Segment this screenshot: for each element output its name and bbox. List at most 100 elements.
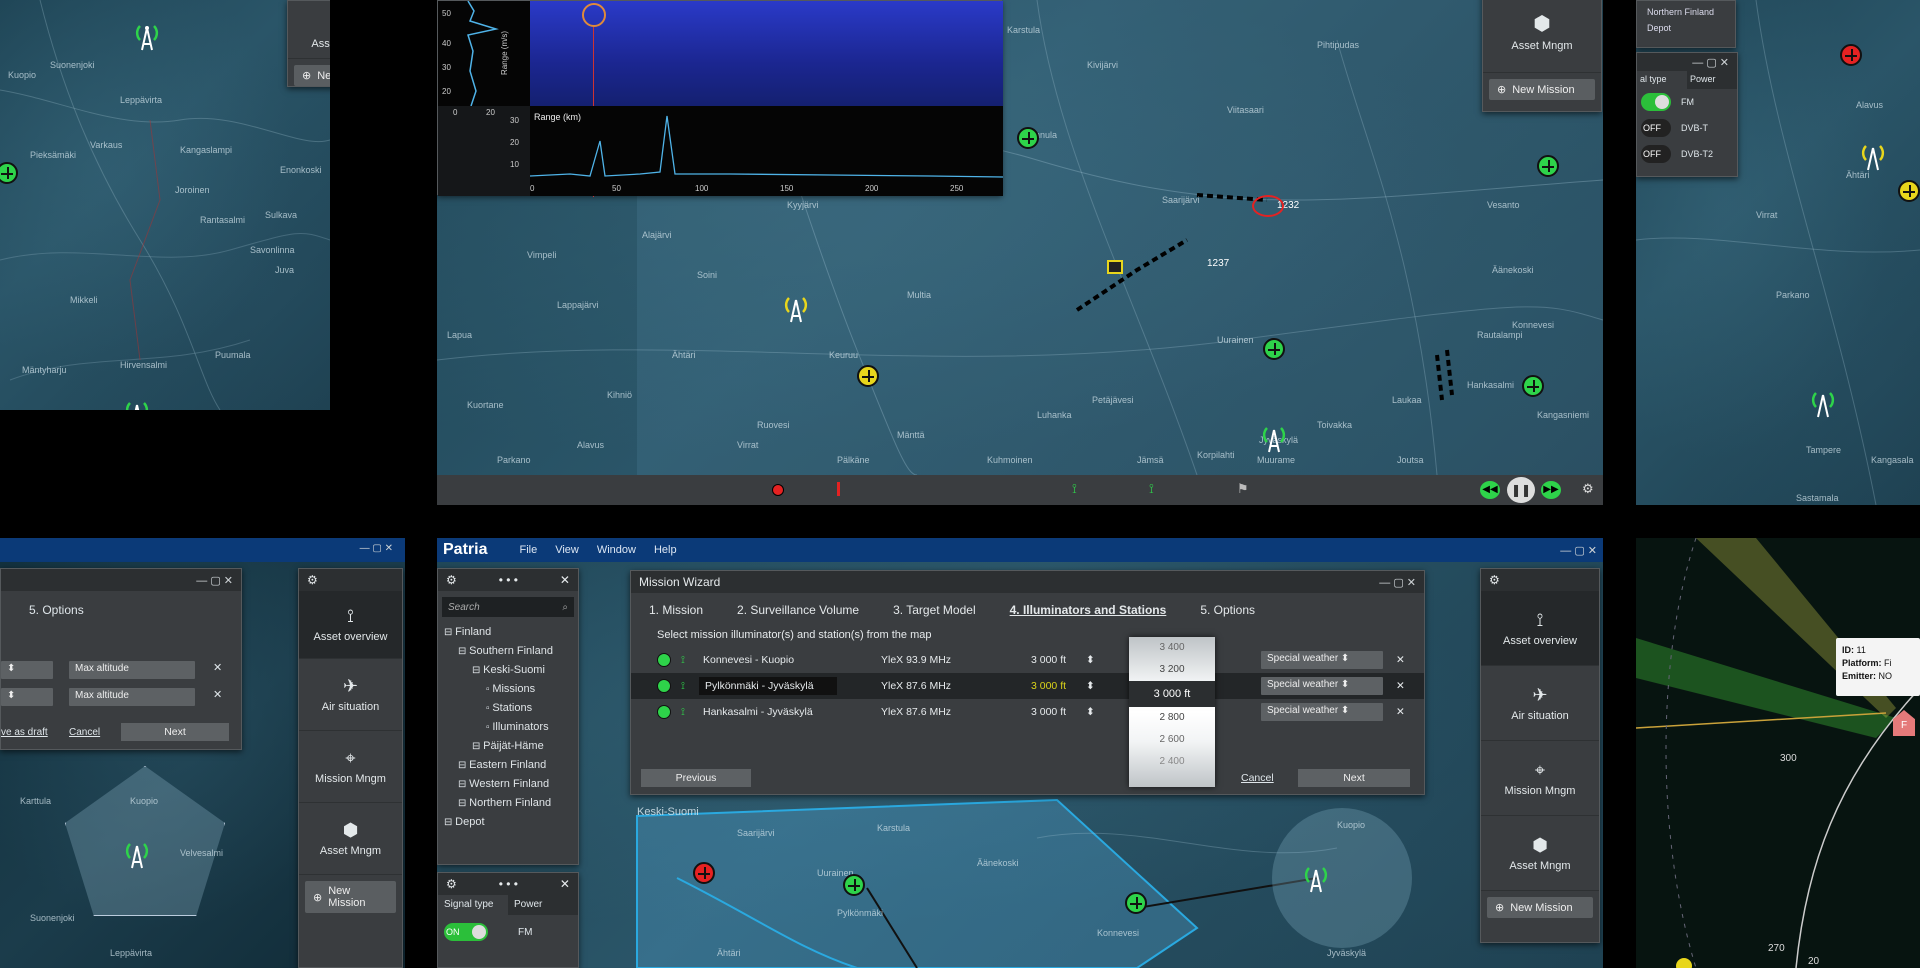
yellow-marker-icon[interactable] <box>1676 958 1692 968</box>
expand-toggle-icon[interactable]: ⊟ <box>458 779 469 790</box>
illuminator-name-input[interactable]: Pylkönmäki - Jyväskylä <box>699 677 837 695</box>
air-situation-button[interactable]: ✈ Air situation <box>1481 666 1599 741</box>
radio-tower-icon[interactable] <box>120 836 154 870</box>
dvbt2-toggle[interactable]: OFF <box>1641 145 1671 163</box>
remove-row-icon[interactable]: ✕ <box>1396 654 1405 666</box>
station-marker-green[interactable] <box>1537 155 1559 177</box>
altitude-select-left[interactable]: ⬍ <box>1 688 53 706</box>
radio-tower-icon[interactable] <box>1856 138 1890 172</box>
remove-row-icon[interactable]: ✕ <box>213 688 222 701</box>
asset-overview-button[interactable]: ⟟ Asset overview <box>299 591 402 659</box>
tower-small-icon[interactable]: ⟟ <box>1149 481 1154 497</box>
tab-illuminators-and-stations[interactable]: 4. Illuminators and Stations <box>1010 603 1167 617</box>
red-pin-icon[interactable] <box>837 482 840 496</box>
gear-icon[interactable]: ⚙ <box>446 877 457 891</box>
weather-select[interactable]: Special weather ⬍ <box>1261 677 1383 695</box>
range-doppler-heatmap[interactable] <box>530 1 1003 197</box>
tree-item[interactable]: Depot <box>1637 23 1735 33</box>
gear-icon[interactable]: ⚙ <box>307 573 318 587</box>
max-altitude-select[interactable]: Max altitude <box>69 688 195 706</box>
more-icon[interactable]: • • • <box>499 877 518 891</box>
tree-item[interactable]: ⊟ Southern Finland <box>438 642 578 661</box>
fast-forward-icon[interactable]: ▶▶ <box>1541 481 1561 499</box>
fm-toggle[interactable]: ON <box>444 923 488 941</box>
weather-select[interactable]: Special weather ⬍ <box>1261 651 1383 669</box>
expand-toggle-icon[interactable]: ⊟ <box>458 760 469 771</box>
tree-item[interactable]: ⊟ Keski-Suomi <box>438 661 578 680</box>
cancel-link[interactable]: Cancel <box>1241 772 1274 784</box>
tree-item[interactable]: ⊟ Northern Finland <box>438 794 578 813</box>
dvbt-toggle[interactable]: OFF <box>1641 119 1671 137</box>
radio-tower-icon[interactable] <box>1257 420 1291 454</box>
asset-mngm-button[interactable]: ⬢ Asset Mngm <box>1481 816 1599 891</box>
options-tab[interactable]: 5. Options <box>1 591 241 629</box>
previous-button[interactable]: Previous <box>641 769 751 787</box>
altitude-select-left[interactable]: ⬍ <box>1 661 53 679</box>
next-button[interactable]: Next <box>121 723 229 741</box>
station-marker-green[interactable] <box>1125 892 1147 914</box>
picker-option[interactable]: 2 600 <box>1129 729 1215 751</box>
window-controls[interactable]: — ▢ ✕ <box>1379 576 1416 589</box>
more-icon[interactable]: • • • <box>499 573 518 587</box>
expand-toggle-icon[interactable]: ⊟ <box>444 627 455 638</box>
new-mission-button[interactable]: ⊕ New Mission <box>294 65 330 86</box>
close-icon[interactable]: ✕ <box>560 573 570 587</box>
station-marker-red[interactable] <box>693 862 715 884</box>
max-altitude-select[interactable]: Max altitude <box>69 661 195 679</box>
station-marker-green[interactable] <box>1263 338 1285 360</box>
weather-select[interactable]: Special weather ⬍ <box>1261 703 1383 721</box>
station-marker-yellow[interactable] <box>1898 180 1920 202</box>
expand-toggle-icon[interactable]: ⊟ <box>472 741 483 752</box>
station-marker-green[interactable] <box>843 874 865 896</box>
remove-row-icon[interactable]: ✕ <box>1396 706 1405 718</box>
radio-tower-icon[interactable] <box>120 395 154 410</box>
tree-item[interactable]: ▫ Stations <box>438 699 578 718</box>
next-button[interactable]: Next <box>1298 769 1410 787</box>
fm-toggle[interactable] <box>1641 93 1671 111</box>
new-mission-button[interactable]: ⊕ New Mission <box>1487 897 1593 918</box>
tree-item[interactable]: ⊟ Eastern Finland <box>438 756 578 775</box>
gear-icon[interactable]: ⚙ <box>1582 481 1594 497</box>
tab-options[interactable]: 5. Options <box>1200 603 1255 617</box>
mission-mngm-button[interactable]: ⌖ Mission Mngm <box>299 731 402 803</box>
window-controls[interactable]: — ▢ ✕ <box>1692 56 1729 69</box>
picker-option[interactable]: 3 200 <box>1129 659 1215 681</box>
timeline-bar[interactable]: ⟟ ⟟ ⚑ ◀◀ ❚❚ ▶▶ ⚙ <box>437 475 1603 505</box>
target-track-icon[interactable] <box>1107 260 1123 274</box>
new-mission-button[interactable]: ⊕ New Mission <box>305 881 396 913</box>
radio-tower-icon[interactable] <box>1299 860 1333 894</box>
tab-target-model[interactable]: 3. Target Model <box>893 603 976 617</box>
new-mission-button[interactable]: ⊕ New Mission <box>1489 79 1595 100</box>
radio-tower-icon[interactable] <box>1806 385 1840 419</box>
tree-item[interactable]: ▫ Illuminators <box>438 718 578 737</box>
save-draft-link[interactable]: ve as draft <box>1 727 48 738</box>
radio-tower-icon[interactable] <box>130 18 164 52</box>
picker-option[interactable]: 3 400 <box>1129 637 1215 659</box>
mission-mngm-button[interactable]: ⌖ Mission Mngm <box>1481 741 1599 816</box>
power-tab[interactable]: Power <box>508 895 578 915</box>
asset-mngm-button[interactable]: ⬢ Asset Mngm <box>1483 0 1601 73</box>
gear-icon[interactable]: ⚙ <box>1489 573 1500 587</box>
asset-mngm-button[interactable]: ⬢ Asset Mngm <box>299 803 402 875</box>
search-icon[interactable]: ⌕ <box>562 602 568 613</box>
stepper-icon[interactable]: ⬍ <box>1086 680 1095 692</box>
target-highlight-ring[interactable] <box>582 3 606 27</box>
signal-type-tab[interactable]: al type <box>1637 71 1687 89</box>
tree-item[interactable]: ⊟ Päijät-Häme <box>438 737 578 756</box>
station-marker-green[interactable] <box>1017 127 1039 149</box>
illuminator-row-selected[interactable]: ⟟ Pylkönmäki - Jyväskylä YleX 87.6 MHz 3… <box>631 673 1424 699</box>
red-marker-icon[interactable] <box>772 484 784 496</box>
illuminator-row[interactable]: ⟟ Konnevesi - Kuopio YleX 93.9 MHz 3 000… <box>631 647 1424 673</box>
altitude-picker[interactable]: 3 400 3 200 3 000 ft 2 800 2 600 2 400 <box>1129 637 1215 787</box>
station-marker-red[interactable] <box>1840 44 1862 66</box>
picker-option[interactable]: 2 400 <box>1129 751 1215 773</box>
air-situation-button[interactable]: ✈ Air situation <box>299 659 402 731</box>
station-marker-green[interactable] <box>1522 375 1544 397</box>
expand-toggle-icon[interactable]: ⊟ <box>458 798 469 809</box>
tree-item[interactable]: ⊟ Depot <box>438 813 578 832</box>
tree-item[interactable]: ⊟ Western Finland <box>438 775 578 794</box>
cancel-link[interactable]: Cancel <box>69 727 100 738</box>
selected-target-ring[interactable] <box>1252 195 1284 217</box>
window-controls[interactable]: — ▢ ✕ <box>196 574 233 587</box>
remove-row-icon[interactable]: ✕ <box>1396 680 1405 692</box>
